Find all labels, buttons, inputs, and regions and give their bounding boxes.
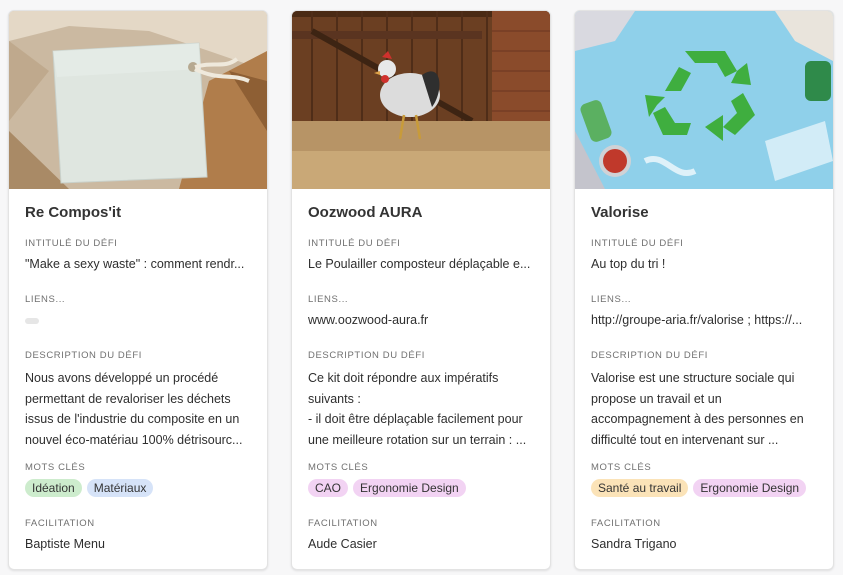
description-label: DESCRIPTION DU DÉFI	[591, 350, 708, 361]
challenge-label: INTITULÉ DU DÉFI	[25, 238, 118, 249]
challenge-value: Au top du tri !	[591, 257, 666, 271]
facilitator-name: Sandra Trigano	[591, 537, 677, 551]
keywords-label: MOTS CLÉS	[25, 462, 86, 473]
challenge-value: "Make a sexy waste" : comment rendr...	[25, 257, 245, 271]
card-title[interactable]: Oozwood AURA	[308, 204, 422, 221]
card-image-paper-tag	[9, 11, 267, 189]
keyword-tag[interactable]: Ergonomie Design	[353, 479, 466, 497]
facilitation-label: FACILITATION	[25, 518, 95, 529]
card-title[interactable]: Valorise	[591, 204, 649, 221]
keyword-tag[interactable]: Matériaux	[86, 479, 154, 497]
facilitator-name: Baptiste Menu	[25, 537, 105, 551]
keyword-tag[interactable]: Santé au travail	[591, 479, 689, 497]
keywords-label: MOTS CLÉS	[308, 462, 369, 473]
links-value[interactable]: http://groupe-aria.fr/valorise ; https:/…	[591, 313, 819, 327]
keyword-tags: Idéation Matériaux	[25, 479, 154, 497]
links-label: LIENS...	[591, 294, 632, 305]
description-value: Ce kit doit répondre aux impératifs suiv…	[308, 371, 527, 447]
keyword-tag[interactable]: Ergonomie Design	[693, 479, 807, 497]
challenge-value: Le Poulailler composteur déplaçable e...	[308, 257, 531, 271]
description-label: DESCRIPTION DU DÉFI	[25, 350, 142, 361]
challenge-label: INTITULÉ DU DÉFI	[591, 238, 684, 249]
links-label: LIENS...	[25, 294, 66, 305]
links-empty-placeholder	[25, 318, 39, 324]
links-label: LIENS...	[308, 294, 349, 305]
project-card[interactable]: Oozwood AURA INTITULÉ DU DÉFI Le Poulail…	[291, 10, 551, 570]
card-title[interactable]: Re Compos'it	[25, 204, 121, 221]
description-value: Valorise est une structure sociale qui p…	[591, 371, 804, 447]
facilitation-label: FACILITATION	[308, 518, 378, 529]
facilitation-label: FACILITATION	[591, 518, 661, 529]
description-label: DESCRIPTION DU DÉFI	[308, 350, 425, 361]
links-value[interactable]: www.oozwood-aura.fr	[308, 313, 536, 327]
card-image-rooster	[292, 11, 550, 189]
challenge-label: INTITULÉ DU DÉFI	[308, 238, 401, 249]
keyword-tag[interactable]: CAO	[308, 479, 349, 497]
keyword-tags: CAO Ergonomie Design	[308, 479, 466, 497]
card-image-recycling	[575, 11, 833, 189]
project-card[interactable]: Valorise INTITULÉ DU DÉFI Au top du tri …	[574, 10, 834, 570]
description-value: Nous avons développé un procédé permetta…	[25, 371, 243, 447]
keywords-label: MOTS CLÉS	[591, 462, 652, 473]
project-card[interactable]: Re Compos'it INTITULÉ DU DÉFI "Make a se…	[8, 10, 268, 570]
keyword-tag[interactable]: Idéation	[25, 479, 82, 497]
facilitator-name: Aude Casier	[308, 537, 377, 551]
keyword-tags: Santé au travail Ergonomie Design	[591, 479, 807, 497]
